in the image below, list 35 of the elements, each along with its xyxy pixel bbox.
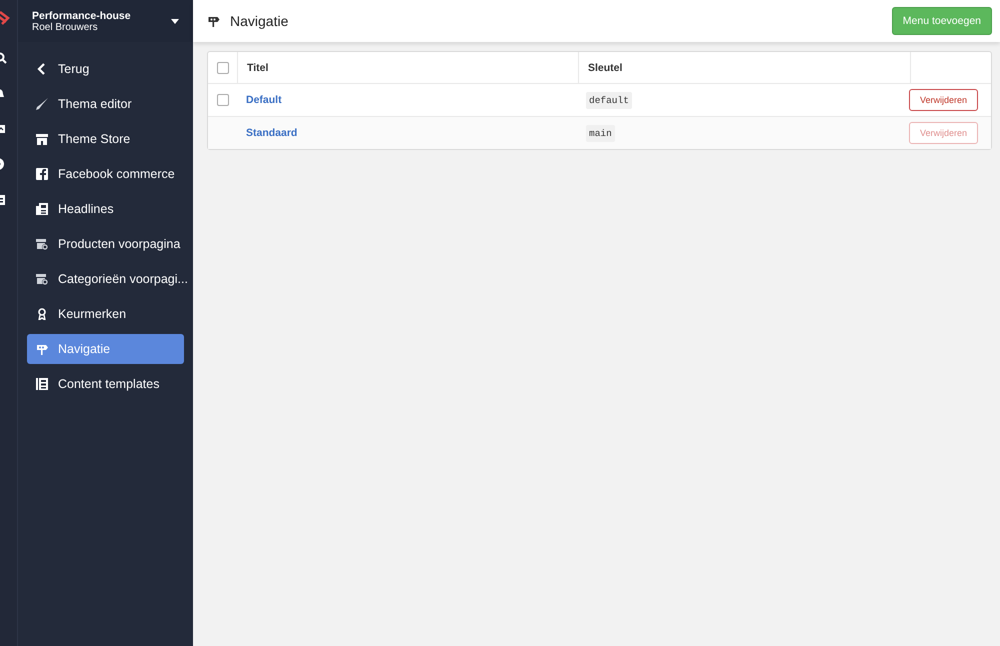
menu-title-link[interactable]: Default	[246, 94, 282, 106]
sidebar-item[interactable]: Thema editor	[27, 89, 184, 119]
template-icon	[36, 378, 48, 390]
page-title: Navigatie	[230, 13, 288, 29]
newspaper-icon	[36, 203, 48, 215]
menu-key: main	[586, 124, 615, 142]
store-icon	[36, 133, 48, 145]
search-icon[interactable]	[0, 52, 8, 64]
menu-key: default	[586, 92, 632, 108]
facebook-icon	[36, 168, 48, 180]
box-gear-icon	[36, 238, 48, 250]
sidebar-item[interactable]: Headlines	[27, 194, 184, 224]
sidebar-item[interactable]: Content templates	[27, 369, 184, 399]
column-header: Titel	[238, 52, 579, 83]
signpost-icon	[207, 15, 220, 27]
list-icon[interactable]	[0, 194, 6, 206]
sidebar-item[interactable]: Facebook commerce	[27, 159, 184, 189]
sidebar-item[interactable]: Producten voorpagina	[27, 229, 184, 259]
delete-button[interactable]: Verwijderen	[908, 89, 978, 111]
caret-icon	[171, 18, 179, 24]
signpost-icon	[36, 343, 48, 355]
row-checkbox[interactable]	[216, 94, 228, 106]
logo-icon[interactable]	[0, 10, 10, 26]
brush-icon	[36, 98, 48, 110]
chevron-left-icon	[36, 63, 48, 75]
select-all-checkbox[interactable]	[216, 62, 228, 74]
award-icon	[36, 308, 48, 320]
column-header: Sleutel	[579, 52, 911, 83]
box-gear-icon	[36, 273, 48, 285]
user-name: Roel Brouwers	[32, 22, 99, 32]
shop-name: Performance-house	[32, 10, 131, 22]
sidebar-item[interactable]: Terug	[27, 54, 184, 84]
sidebar-item[interactable]: Theme Store	[27, 124, 184, 154]
sidebar-item[interactable]: Navigatie	[27, 334, 184, 364]
sidebar-item[interactable]: Keurmerken	[27, 299, 184, 329]
